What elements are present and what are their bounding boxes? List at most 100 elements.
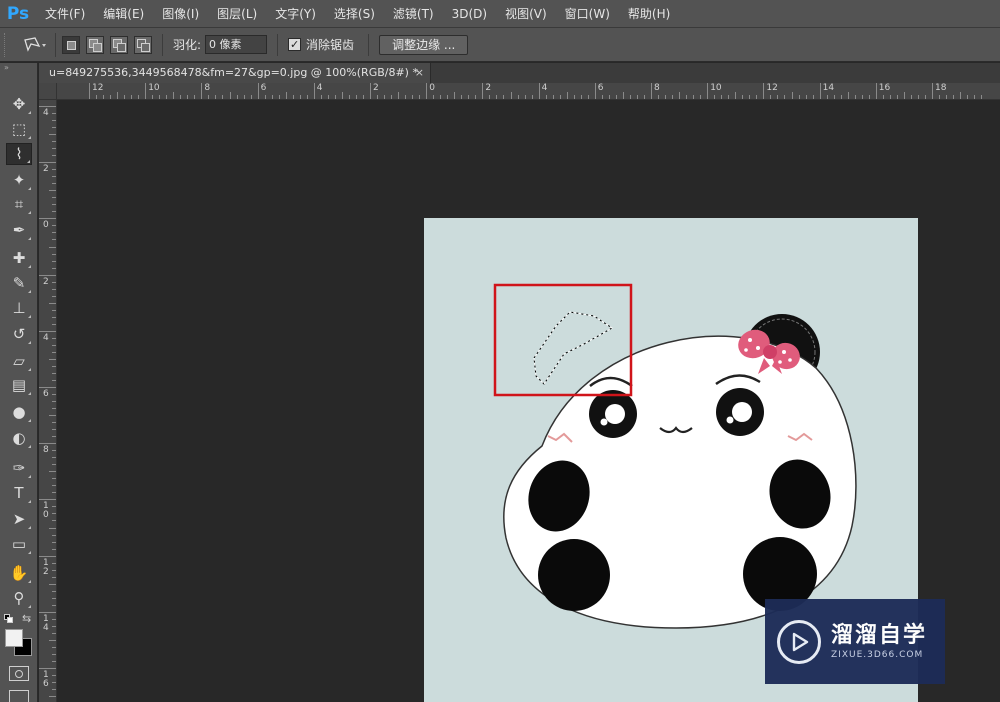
history-brush-tool-icon[interactable]: ↺: [6, 323, 32, 345]
clone-stamp-tool-icon[interactable]: ⊥: [6, 297, 32, 319]
ruler-tick: [777, 95, 779, 99]
refine-edge-button[interactable]: 调整边缘 ...: [379, 34, 469, 55]
ruler-tick: [531, 95, 533, 99]
menu-item[interactable]: 滤镜(T): [384, 0, 443, 28]
ruler-tick: [679, 92, 681, 99]
document-tab-bar: u=849275536,3449568478&fm=27&gp=0.jpg @ …: [39, 63, 1000, 83]
gradient-tool-icon[interactable]: ▤: [6, 374, 32, 396]
eraser-tool-icon[interactable]: ▱: [6, 350, 32, 372]
ruler-tick: [52, 618, 56, 620]
vertical-ruler[interactable]: 4 2 0 2 4 6 8 1 0 1 2 1 4 1 6: [39, 100, 57, 702]
ruler-label: 16: [878, 83, 891, 93]
ruler-origin[interactable]: [39, 83, 57, 100]
ruler-tick: [52, 281, 56, 283]
ruler-label: 4: [43, 332, 49, 343]
eyedropper-tool-icon[interactable]: ✒: [6, 219, 32, 241]
canvas-workspace[interactable]: 溜溜自学 ZIXUE.3D66.COM: [58, 101, 1000, 702]
menu-item[interactable]: 3D(D): [443, 0, 496, 28]
menu-item[interactable]: 窗口(W): [556, 0, 619, 28]
ruler-tick: [377, 95, 379, 99]
default-colors-icon[interactable]: [4, 614, 14, 624]
blur-tool-icon[interactable]: ●: [6, 401, 32, 423]
ruler-tick: [52, 372, 56, 374]
tool-preset-picker[interactable]: [14, 32, 56, 57]
rectangle-shape-tool-icon[interactable]: ▭: [6, 533, 32, 555]
swap-colors-icon[interactable]: ⇆: [22, 612, 31, 625]
rect-marquee-tool-icon[interactable]: ⬚: [6, 118, 32, 140]
ruler-tick: [52, 253, 56, 255]
ruler-tick: [468, 95, 470, 99]
ruler-label: 10: [148, 83, 160, 93]
document-title: u=849275536,3449568478&fm=27&gp=0.jpg @ …: [49, 66, 418, 79]
healing-brush-tool-icon[interactable]: ✚: [6, 247, 32, 269]
polygonal-lasso-tool-icon[interactable]: ⌇: [6, 143, 32, 165]
ruler-tick: [52, 548, 56, 550]
ruler-tick: [426, 83, 428, 99]
path-select-tool-icon[interactable]: ➤: [6, 508, 32, 530]
ruler-tick: [391, 95, 393, 99]
ruler-tick: [341, 92, 343, 99]
ruler-tick: [594, 83, 596, 99]
menu-item[interactable]: 帮助(H): [619, 0, 679, 28]
ruler-label: 6: [597, 83, 604, 93]
ruler-tick: [847, 92, 849, 99]
ruler-tick: [524, 95, 526, 99]
quick-mask-icon[interactable]: [9, 666, 29, 681]
ruler-tick: [180, 95, 182, 99]
dodge-tool-icon[interactable]: ◐: [6, 427, 32, 449]
menu-item[interactable]: 图层(L): [208, 0, 266, 28]
ruler-tick: [52, 309, 56, 311]
ruler-tick: [49, 639, 56, 641]
pen-tool-icon[interactable]: ✑: [6, 457, 32, 479]
crop-tool-icon[interactable]: ⌗: [6, 193, 32, 215]
menu-item[interactable]: 视图(V): [496, 0, 556, 28]
ruler-tick: [622, 92, 624, 99]
feather-input[interactable]: 0 像素: [205, 35, 268, 54]
ruler-tick: [52, 436, 56, 438]
foreground-color-swatch[interactable]: [5, 629, 23, 647]
brush-tool-icon[interactable]: ✎: [6, 272, 32, 294]
ruler-tick: [629, 95, 631, 99]
intersect-selection-button[interactable]: [134, 35, 152, 54]
toolbox-collapse-icon[interactable]: »: [0, 63, 37, 73]
options-separator: [277, 33, 279, 56]
document-tab[interactable]: u=849275536,3449568478&fm=27&gp=0.jpg @ …: [39, 63, 431, 83]
type-tool-icon[interactable]: T: [6, 482, 32, 504]
ruler-tick: [243, 95, 245, 99]
close-tab-icon[interactable]: ×: [415, 63, 424, 83]
hand-tool-icon[interactable]: ✋: [6, 562, 32, 584]
ruler-tick: [454, 92, 456, 99]
menu-item[interactable]: 图像(I): [153, 0, 208, 28]
ruler-tick: [651, 83, 652, 99]
new-selection-button[interactable]: [62, 35, 80, 54]
ruler-tick: [159, 95, 161, 99]
screen-mode-icon[interactable]: [9, 690, 29, 702]
ruler-tick: [39, 274, 56, 276]
antialias-checkbox[interactable]: ✓: [288, 38, 302, 51]
ruler-tick: [348, 95, 350, 99]
zoom-tool-icon[interactable]: ⚲: [6, 587, 32, 609]
magic-wand-tool-icon[interactable]: ✦: [6, 169, 32, 191]
menu-item[interactable]: 文字(Y): [266, 0, 325, 28]
options-grip[interactable]: [4, 32, 14, 57]
ruler-tick: [264, 95, 266, 99]
move-tool-icon[interactable]: ✥: [6, 93, 32, 115]
ruler-tick: [39, 443, 56, 445]
subtract-from-selection-button[interactable]: [110, 35, 128, 54]
ruler-tick: [861, 95, 863, 99]
ruler-tick: [924, 95, 926, 99]
photoshop-logo[interactable]: Ps: [0, 0, 36, 28]
add-to-selection-button[interactable]: [86, 35, 104, 54]
ruler-tick: [889, 95, 891, 99]
ruler-tick: [52, 344, 56, 346]
horizontal-ruler[interactable]: 12 10 8 6 4 2 0 2 4 6 8 10 12 14 16 18: [57, 83, 1000, 100]
ruler-tick: [52, 485, 56, 487]
menu-item[interactable]: 选择(S): [325, 0, 384, 28]
ruler-tick: [52, 239, 56, 241]
menu-item[interactable]: 编辑(E): [94, 0, 153, 28]
ruler-tick: [412, 95, 414, 99]
menu-item[interactable]: 文件(F): [36, 0, 94, 28]
ruler-tick: [587, 95, 589, 99]
ruler-tick: [840, 95, 842, 99]
ruler-tick: [939, 95, 941, 99]
